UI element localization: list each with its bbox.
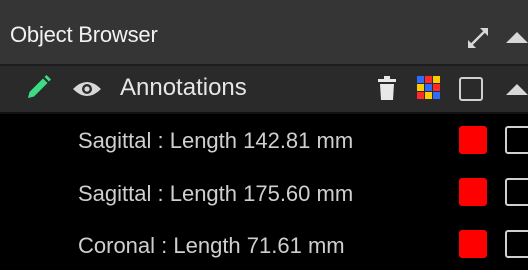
group-checkbox[interactable] xyxy=(459,77,483,101)
item-checkbox[interactable] xyxy=(505,178,528,206)
item-checkbox[interactable] xyxy=(505,126,528,154)
collapse-panel-icon[interactable] xyxy=(506,32,528,43)
item-checkbox[interactable] xyxy=(505,230,528,258)
trash-icon[interactable] xyxy=(378,76,396,100)
color-palette-icon[interactable] xyxy=(417,76,441,100)
group-label: Annotations xyxy=(120,74,247,101)
expand-icon[interactable] xyxy=(466,26,490,50)
color-swatch[interactable] xyxy=(459,178,487,206)
pencil-icon[interactable] xyxy=(24,74,52,102)
collapse-group-icon[interactable] xyxy=(506,84,528,95)
color-swatch[interactable] xyxy=(459,230,487,258)
item-label: Sagittal : Length 142.81 mm xyxy=(78,128,354,153)
color-swatch[interactable] xyxy=(459,126,487,154)
panel-title: Object Browser xyxy=(10,22,158,47)
item-label: Coronal : Length 71.61 mm xyxy=(78,233,345,258)
item-label: Sagittal : Length 175.60 mm xyxy=(78,181,354,206)
eye-icon[interactable] xyxy=(72,80,102,98)
